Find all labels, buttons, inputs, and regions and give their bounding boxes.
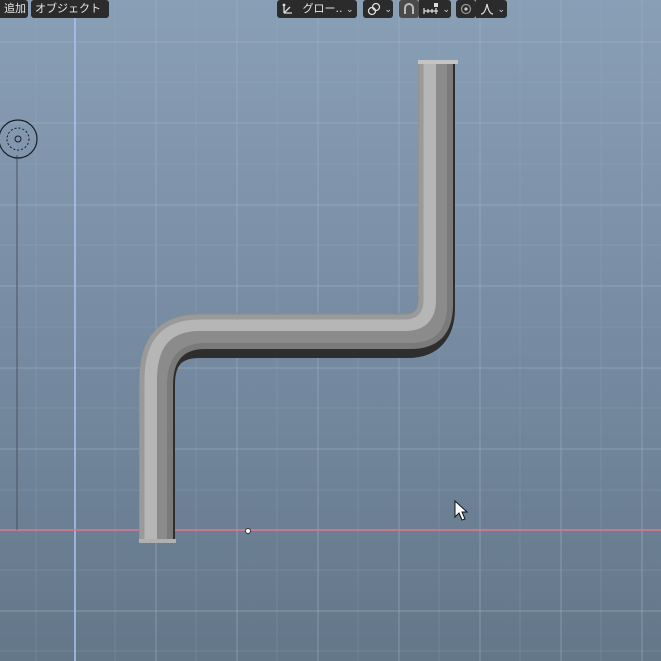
menu-add-label: 追加 — [4, 2, 26, 15]
snap-toggle[interactable] — [399, 0, 419, 18]
pivot-point-icon — [367, 0, 381, 18]
falloff-curve-icon — [480, 0, 494, 18]
proportional-editing-toggle[interactable] — [456, 0, 476, 18]
pipe-highlight — [143, 62, 436, 543]
chevron-down-icon: ⌄ — [346, 5, 354, 15]
mouse-cursor-icon — [454, 499, 469, 521]
menu-object-label: オブジェクト — [35, 2, 101, 15]
pipe-mesh[interactable] — [139, 62, 452, 543]
transform-orientation-icon — [281, 0, 295, 18]
snap-increment-icon — [423, 0, 439, 18]
pipe-edge-light — [139, 62, 424, 543]
3d-viewport[interactable] — [0, 0, 661, 661]
proportional-editing-icon — [460, 0, 472, 18]
pipe-end-cap-bottom — [139, 539, 176, 543]
pipe-shadow — [139, 62, 455, 543]
object-origin-dot[interactable] — [245, 528, 251, 534]
snap-magnet-icon — [403, 0, 415, 18]
light-object-icon[interactable] — [0, 119, 38, 159]
transform-orientation-label: グロー.. — [302, 2, 343, 15]
pipe-end-cap-top — [418, 60, 458, 64]
chevron-down-icon: ⌄ — [442, 5, 451, 15]
pipe-edge-dark — [167, 62, 453, 543]
chevron-down-icon: ⌄ — [497, 5, 506, 15]
falloff-dropdown[interactable]: ⌄ — [476, 0, 507, 18]
transform-orientation-dropdown[interactable]: グロー.. ⌄ — [277, 0, 357, 18]
menu-object[interactable]: オブジェクト — [31, 0, 109, 18]
menu-add[interactable]: 追加 — [0, 0, 28, 18]
chevron-down-icon: ⌄ — [384, 5, 393, 15]
pivot-point-dropdown[interactable]: ⌄ — [363, 0, 393, 18]
snap-target-dropdown[interactable]: ⌄ — [419, 0, 451, 18]
